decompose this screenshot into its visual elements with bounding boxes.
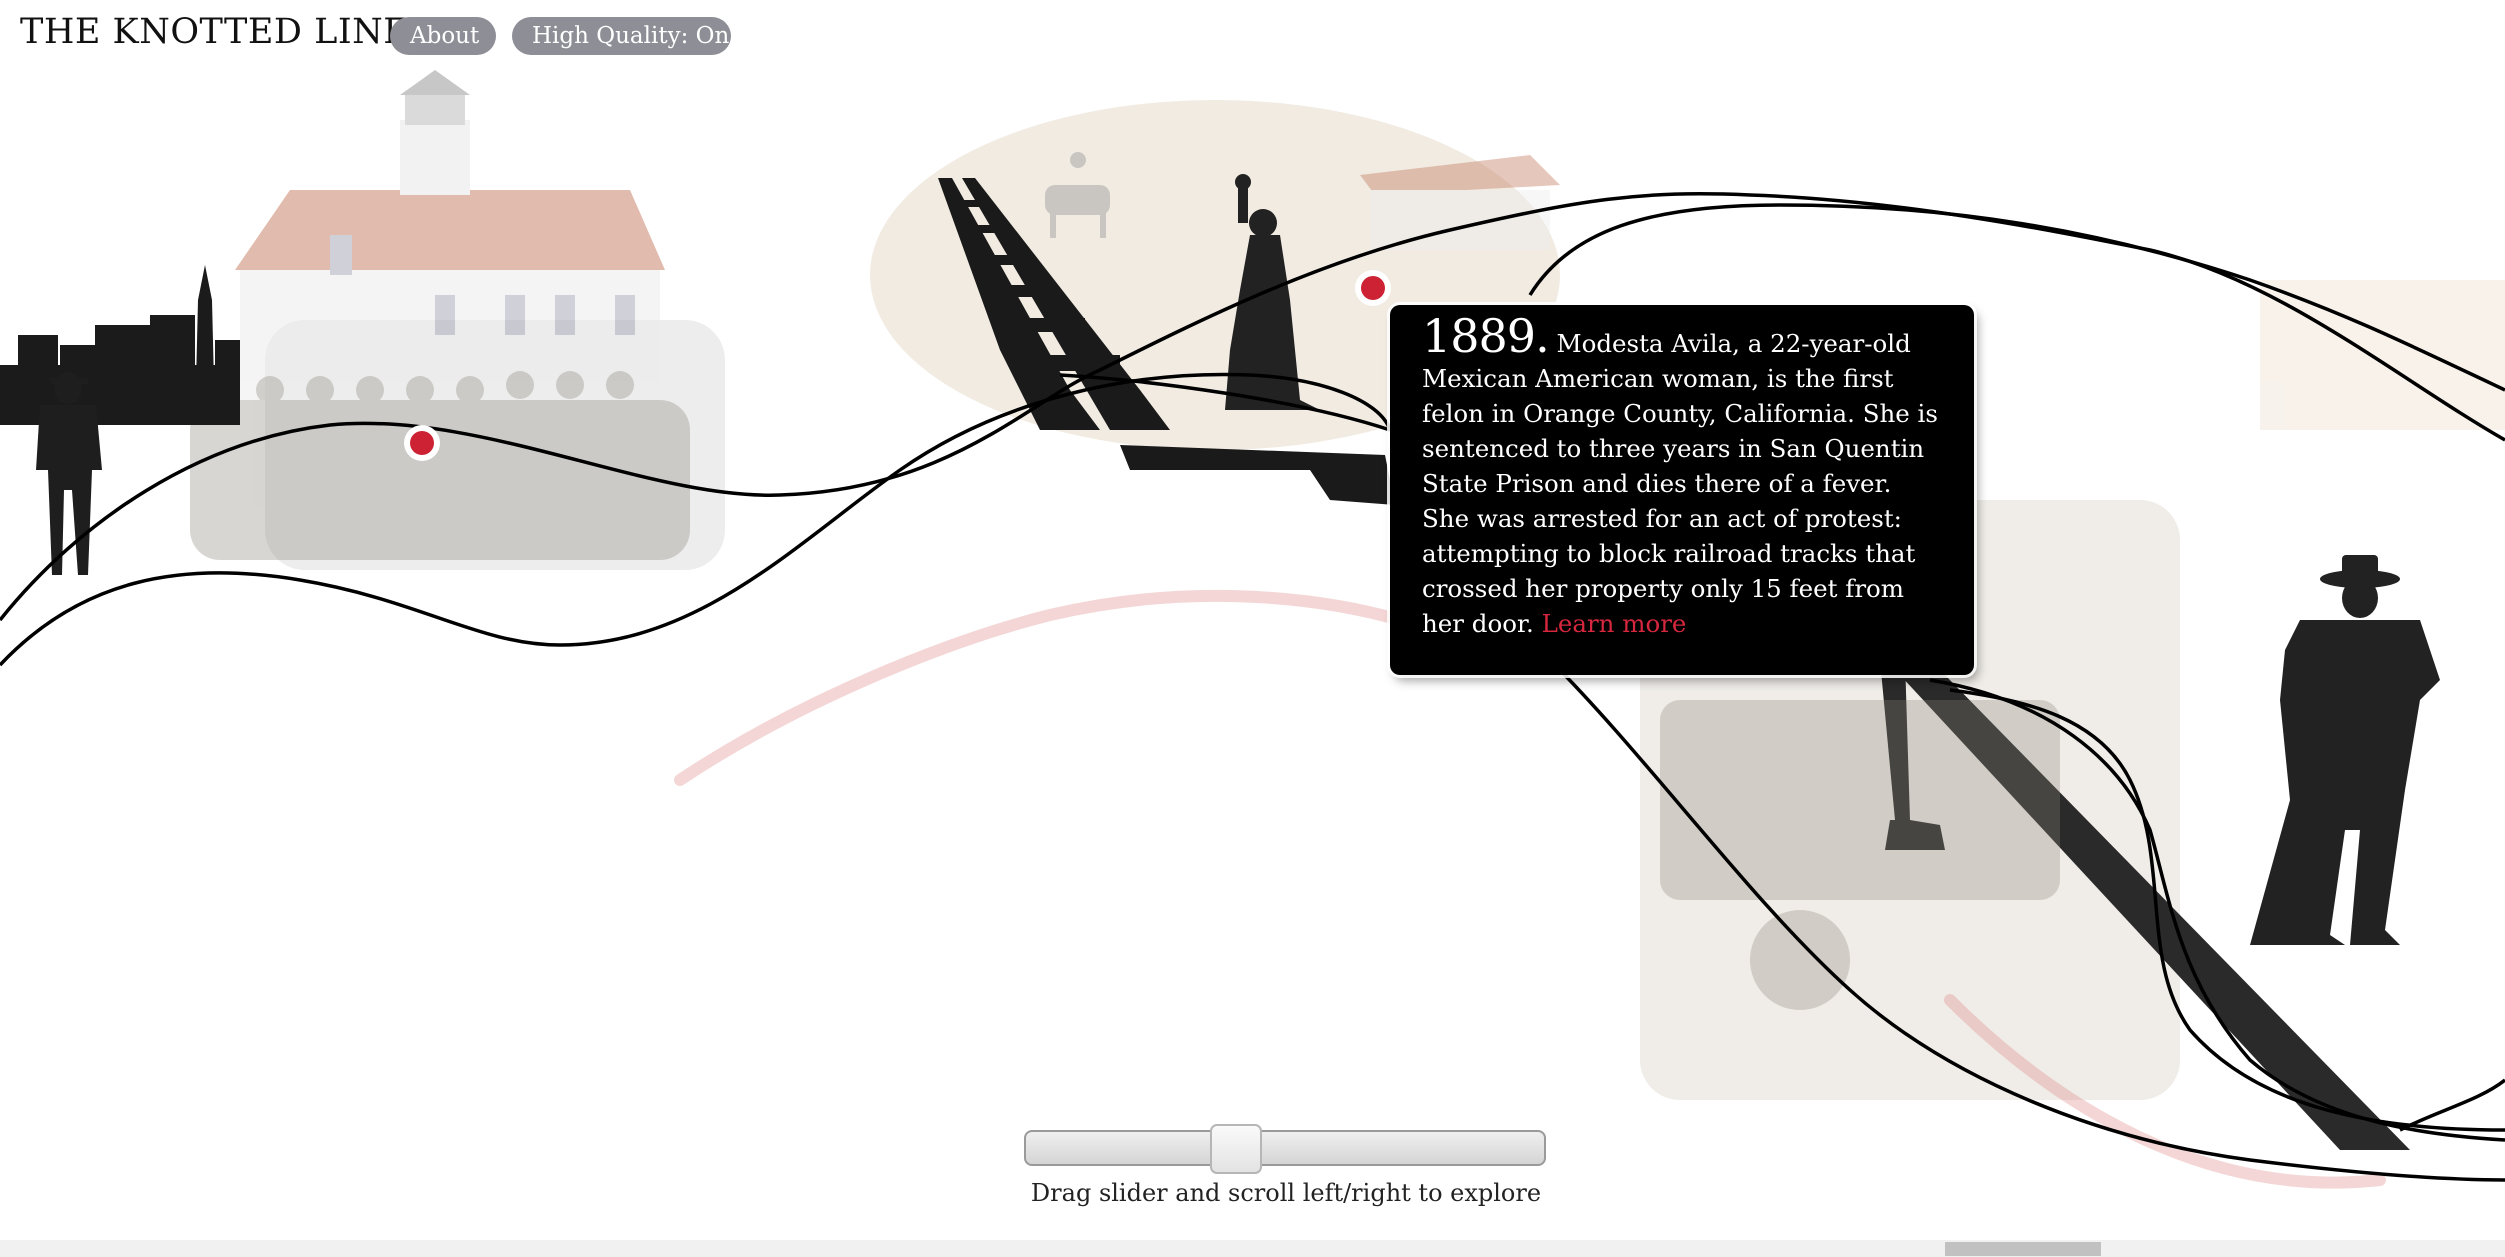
horizontal-scrollbar-thumb[interactable]	[1945, 1242, 2101, 1256]
lighthouse-illustration	[235, 70, 665, 400]
event-marker-1[interactable]	[404, 425, 440, 461]
timeline-slider-track[interactable]	[1024, 1130, 1546, 1166]
cowboy-silhouette	[2250, 555, 2440, 945]
event-year: 1889.	[1422, 309, 1550, 363]
timeline-slider-thumb[interactable]	[1210, 1124, 1262, 1174]
learn-more-link[interactable]: Learn more	[1542, 609, 1687, 638]
timeline-scene[interactable]	[0, 0, 2505, 1257]
event-popup: 1889. Modesta Avila, a 22-year-old Mexic…	[1390, 305, 1974, 675]
horizontal-scrollbar[interactable]	[0, 1240, 2505, 1257]
event-description: Modesta Avila, a 22-year-old Mexican Ame…	[1422, 329, 1938, 638]
slider-hint: Drag slider and scroll left/right to exp…	[1030, 1179, 1542, 1207]
city-skyline-silhouette	[0, 265, 240, 425]
high-quality-toggle[interactable]: High Quality: On	[512, 17, 731, 55]
site-title: THE KNOTTED LINE	[20, 12, 410, 52]
about-button[interactable]: About	[390, 17, 496, 55]
event-marker-2[interactable]	[1355, 270, 1391, 306]
